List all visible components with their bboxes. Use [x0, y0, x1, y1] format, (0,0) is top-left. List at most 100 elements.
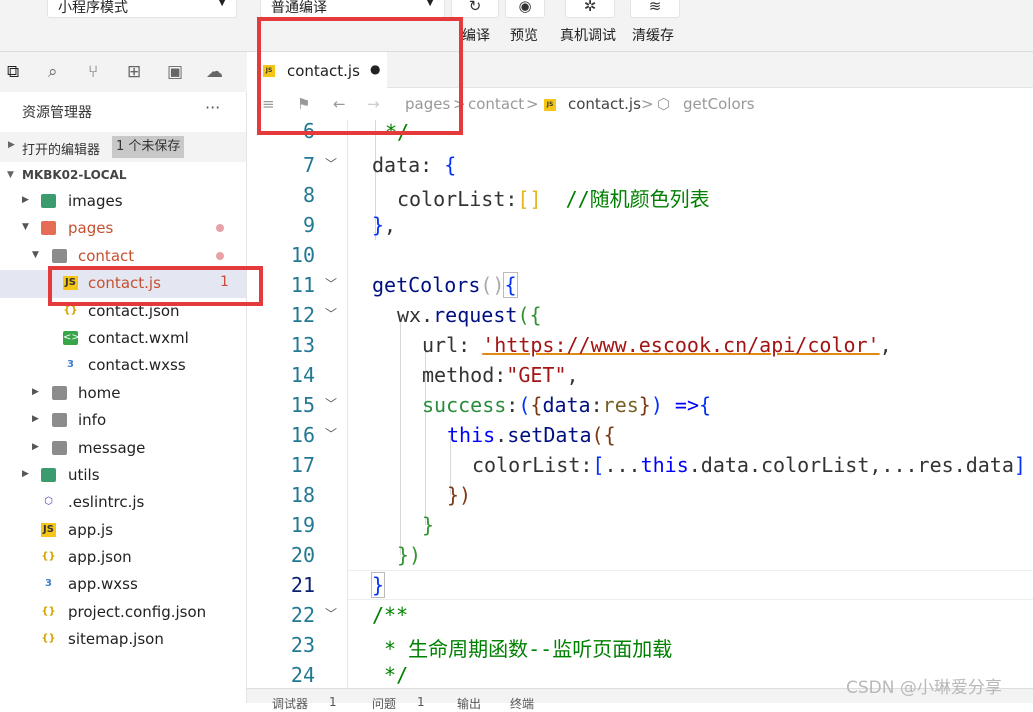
token: method [422, 363, 495, 387]
tree-item-message[interactable]: ▶ message [0, 435, 246, 462]
token: } [372, 213, 385, 237]
line-number: 24 [290, 663, 315, 687]
tree-item-label: app.wxss [68, 575, 138, 594]
token: : [420, 153, 445, 177]
code-line-16: this.setData({ [447, 423, 616, 447]
compile-label[interactable]: 编译 [462, 25, 490, 45]
clear-cache-label[interactable]: 清缓存 [632, 25, 674, 45]
breadcrumb-file[interactable]: contact.js [568, 95, 641, 113]
chevron-down-icon: ▼ [32, 249, 39, 260]
fold-chevron-icon[interactable]: ﹀ [325, 425, 337, 442]
token: . [421, 303, 434, 327]
compile-button[interactable]: ↻ [451, 0, 499, 18]
fold-chevron-icon[interactable]: ﹀ [325, 275, 337, 292]
folder-icon [41, 194, 56, 208]
line-number: 18 [290, 483, 315, 507]
token: : [505, 187, 518, 211]
line-number: 20 [290, 543, 315, 567]
clear-cache-button[interactable]: ≋ [630, 0, 680, 18]
device-debug-label[interactable]: 真机调试 [560, 25, 616, 45]
chevron-down-icon: ▼ [218, 0, 226, 8]
fold-chevron-icon[interactable]: ﹀ [325, 395, 337, 412]
tab-problems[interactable]: 问题 [372, 695, 396, 712]
tree-item-label: app.json [68, 548, 132, 567]
token: : [494, 363, 507, 387]
fold-chevron-icon[interactable]: ﹀ [325, 155, 337, 172]
code-editor[interactable]: 6 7 8 9 10 11 12 13 14 15 16 17 18 19 20… [247, 120, 1033, 688]
explorer-icon[interactable]: ⧉ [7, 62, 19, 82]
folder-icon [41, 467, 56, 482]
chevron-right-icon: ▶ [8, 140, 15, 150]
tree-item-app-wxss[interactable]: 3 app.wxss [0, 571, 246, 598]
tree-item-label: sitemap.json [68, 630, 164, 649]
token: getColors [372, 273, 481, 297]
unsaved-badge: 1 个未保存 [112, 136, 185, 158]
tree-item-app-json[interactable]: {} app.json [0, 544, 246, 571]
token: : [506, 393, 519, 417]
json-file-icon: {} [41, 605, 56, 617]
device-debug-button[interactable]: ✲ [565, 0, 615, 18]
token: , [566, 363, 579, 387]
annotation-highlight-box [257, 17, 463, 135]
token: { [503, 272, 518, 298]
open-editors-section[interactable]: ▶ 打开的编辑器 1 个未保存 [0, 132, 246, 162]
preview-label[interactable]: 预览 [510, 25, 538, 45]
wxml-file-icon: <> [63, 330, 80, 345]
token: ) [409, 543, 422, 567]
source-control-icon[interactable]: ⑂ [88, 62, 98, 82]
fold-chevron-icon[interactable]: ﹀ [325, 305, 337, 322]
top-toolbar: 小程序模式 ▼ 普通编译 ▼ ↻ ◉ ✲ ≋ 编译 预览 真机调试 清缓存 [0, 0, 1033, 52]
tree-item-app-js[interactable]: JS app.js [0, 517, 246, 544]
tree-item-label: contact.wxml [88, 328, 189, 347]
token: { [529, 303, 542, 327]
token: "GET" [506, 363, 567, 387]
code-line-11: getColors(){ [372, 272, 518, 298]
breadcrumb-contact[interactable]: contact [468, 95, 524, 113]
tree-item-images[interactable]: ▶ images [0, 188, 246, 215]
token: , [384, 213, 397, 237]
preview-button[interactable]: ◉ [505, 0, 545, 18]
docker-icon[interactable]: ☁ [206, 62, 223, 82]
tree-item-utils[interactable]: ▶ utils [0, 462, 246, 489]
compile-mode-select[interactable]: 普通编译 ▼ [260, 0, 445, 18]
indent-guide [400, 315, 401, 555]
token: ) [650, 393, 663, 417]
tab-output[interactable]: 输出 [457, 695, 481, 712]
more-actions-icon[interactable]: ··· [205, 98, 220, 117]
fold-chevron-icon[interactable]: ﹀ [325, 605, 337, 622]
js-file-icon: JS [41, 522, 56, 537]
tree-item-eslintrc[interactable]: ⬡ .eslintrc.js [0, 489, 246, 516]
chevron-down-icon: ▼ [22, 222, 29, 233]
code-line-15: success:({data:res}) =>{ [422, 393, 711, 417]
token: colorList [472, 453, 581, 477]
json-file-icon: {} [41, 633, 56, 645]
tab-debugger[interactable]: 调试器 [272, 695, 308, 712]
storage-icon[interactable]: ▣ [167, 62, 183, 82]
extensions-icon[interactable]: ⊞ [127, 62, 141, 82]
tree-item-label: home [78, 383, 121, 402]
css-file-icon: 3 [67, 359, 74, 371]
tree-item-pages[interactable]: ▼ pages [0, 215, 246, 242]
chevron-right-icon: ▶ [32, 414, 39, 425]
tree-item-contact-wxss[interactable]: 3 contact.wxss [0, 352, 246, 379]
token: ( [518, 393, 531, 417]
code-line-14: method:"GET", [422, 363, 579, 387]
tree-item-info[interactable]: ▶ info [0, 407, 246, 434]
line-number: 14 [290, 363, 315, 387]
token: { [444, 153, 457, 177]
tree-item-home[interactable]: ▶ home [0, 380, 246, 407]
breadcrumb-symbol[interactable]: getColors [683, 95, 755, 113]
tree-item-contact-wxml[interactable]: <> contact.wxml [0, 325, 246, 352]
search-icon[interactable]: ⌕ [48, 62, 58, 82]
line-number: 7 [302, 153, 315, 177]
url-string-link[interactable]: 'https://www.escook.cn/api/color' [482, 333, 879, 357]
token: : [458, 333, 483, 357]
token: { [603, 423, 616, 447]
tree-item-label: utils [68, 465, 100, 484]
project-section[interactable]: ▼ MKBK02-LOCAL [0, 164, 246, 188]
mode-select[interactable]: 小程序模式 ▼ [47, 0, 237, 18]
tab-terminal[interactable]: 终端 [510, 695, 534, 712]
tree-item-project-config[interactable]: {} project.config.json [0, 599, 246, 626]
tree-item-sitemap[interactable]: {} sitemap.json [0, 626, 246, 653]
layers-icon: ≋ [648, 0, 662, 15]
